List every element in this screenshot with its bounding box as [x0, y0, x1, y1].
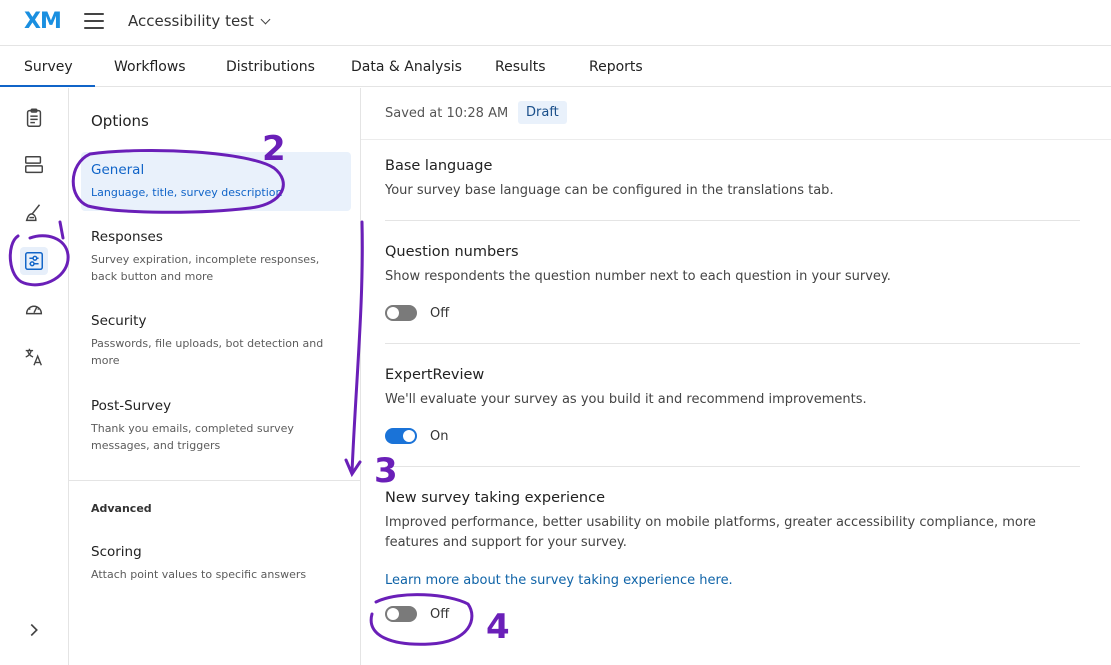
- top-bar: XM Accessibility test: [0, 0, 1111, 46]
- tab-workflows[interactable]: Workflows: [114, 59, 186, 75]
- status-badge: Draft: [518, 101, 567, 124]
- option-description: Survey expiration, incomplete responses,…: [91, 253, 320, 283]
- tab-survey[interactable]: Survey: [0, 59, 95, 87]
- section-divider: [385, 343, 1080, 344]
- section-base-language: Base language Your survey base language …: [385, 158, 1080, 201]
- section-description: We'll evaluate your survey as you build …: [385, 392, 867, 407]
- look-and-feel-brush-icon[interactable]: [20, 199, 48, 227]
- section-description: Improved performance, better usability o…: [385, 515, 1036, 550]
- option-scoring[interactable]: Scoring Attach point values to specific …: [81, 534, 351, 593]
- section-description: Your survey base language can be configu…: [385, 183, 834, 198]
- option-post-survey[interactable]: Post-Survey Thank you emails, completed …: [81, 388, 351, 464]
- tools-gauge-icon[interactable]: [20, 295, 48, 323]
- options-divider: [69, 480, 361, 481]
- survey-flow-icon[interactable]: [20, 151, 48, 179]
- option-responses[interactable]: Responses Survey expiration, incomplete …: [81, 219, 351, 295]
- toggle-state-label: Off: [430, 305, 450, 321]
- translate-icon[interactable]: [20, 343, 48, 371]
- section-question-numbers: Question numbers Show respondents the qu…: [385, 244, 1080, 321]
- tab-reports[interactable]: Reports: [589, 59, 643, 75]
- expert-review-toggle[interactable]: [385, 428, 417, 444]
- left-rail: [0, 88, 69, 665]
- survey-options-icon[interactable]: [20, 247, 48, 275]
- section-new-survey-experience: New survey taking experience Improved pe…: [385, 490, 1080, 622]
- main-content: Saved at 10:28 AM Draft Base language Yo…: [361, 88, 1111, 665]
- xm-logo[interactable]: XM: [24, 9, 62, 34]
- advanced-label: Advanced: [91, 502, 152, 515]
- saved-timestamp: Saved at 10:28 AM: [385, 106, 509, 121]
- main-tabs: Survey Workflows Distributions Data & An…: [0, 47, 1111, 87]
- option-title: Responses: [91, 229, 163, 245]
- option-description: Passwords, file uploads, bot detection a…: [91, 337, 324, 367]
- expand-chevron-icon[interactable]: [20, 616, 48, 644]
- option-title: Post-Survey: [91, 398, 172, 414]
- option-description: Attach point values to specific answers: [91, 568, 307, 581]
- toggle-state-label: On: [430, 428, 449, 444]
- section-description: Show respondents the question number nex…: [385, 269, 891, 284]
- section-title: New survey taking experience: [385, 490, 605, 506]
- project-selector[interactable]: Accessibility test: [128, 12, 271, 30]
- section-expert-review: ExpertReview We'll evaluate your survey …: [385, 367, 1080, 444]
- options-title: Options: [91, 112, 149, 130]
- tab-results[interactable]: Results: [495, 59, 546, 75]
- option-title: Security: [91, 313, 147, 329]
- option-title: General: [91, 162, 145, 178]
- menu-icon[interactable]: [84, 13, 104, 29]
- section-divider: [385, 220, 1080, 221]
- save-status-bar: Saved at 10:28 AM Draft: [361, 88, 1111, 140]
- option-title: Scoring: [91, 544, 142, 560]
- learn-more-link[interactable]: Learn more about the survey taking exper…: [385, 573, 1080, 588]
- project-name: Accessibility test: [128, 12, 254, 30]
- section-title: ExpertReview: [385, 367, 485, 383]
- options-panel: Options General Language, title, survey …: [69, 88, 361, 665]
- tab-data-analysis[interactable]: Data & Analysis: [351, 59, 462, 75]
- option-security[interactable]: Security Passwords, file uploads, bot de…: [81, 303, 351, 379]
- question-numbers-toggle[interactable]: [385, 305, 417, 321]
- toggle-state-label: Off: [430, 606, 450, 622]
- tab-distributions[interactable]: Distributions: [226, 59, 315, 75]
- option-general[interactable]: General Language, title, survey descript…: [81, 152, 351, 211]
- section-title: Base language: [385, 158, 493, 174]
- new-experience-toggle[interactable]: [385, 606, 417, 622]
- section-divider: [385, 466, 1080, 467]
- option-description: Thank you emails, completed survey messa…: [91, 422, 294, 452]
- survey-clipboard-icon[interactable]: [20, 104, 48, 132]
- section-title: Question numbers: [385, 244, 519, 260]
- chevron-down-icon: [260, 14, 271, 25]
- option-description: Language, title, survey description: [91, 186, 283, 199]
